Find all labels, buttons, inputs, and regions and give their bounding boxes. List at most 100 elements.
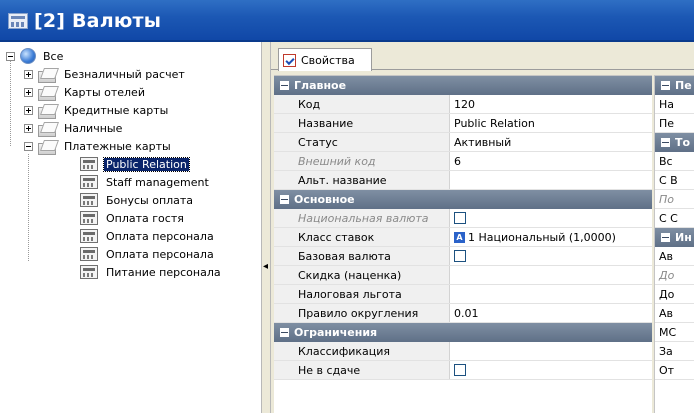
tree-node-item[interactable]: Оплата персонала [80,228,216,244]
tree-node-item[interactable]: Бонусы оплата [80,192,195,208]
property-row[interactable]: Налоговая льгота [274,285,652,304]
section-header[interactable]: Ин [655,228,694,247]
property-name: Скидка (наценка) [274,266,450,284]
tree-node-group[interactable]: Кредитные карты [24,102,170,119]
section-title: Основное [294,193,355,206]
property-value[interactable]: Public Relation [450,114,652,132]
property-row[interactable]: От [655,361,694,380]
panel-splitter[interactable]: ◂ [262,42,271,413]
tree-node-group[interactable]: Безналичный расчет [24,66,187,83]
section-title: То [675,136,691,149]
collapse-icon[interactable] [6,51,15,61]
property-row[interactable]: Класс ставок A 1 Национальный (1,0000) [274,228,652,247]
tab-properties[interactable]: Свойства [278,48,372,71]
tree-node-item[interactable]: Оплата персонала [80,246,216,262]
collapse-icon[interactable] [280,328,289,337]
base-currency-checkbox[interactable] [454,250,466,262]
property-name: На [659,97,675,111]
tree-node-label: Безналичный расчет [64,67,185,81]
section-title: Ограничения [294,326,378,339]
expand-icon[interactable] [24,69,33,79]
property-value[interactable] [450,171,652,189]
property-row[interactable]: С С [655,209,694,228]
property-row[interactable]: Базовая валюта [274,247,652,266]
property-row[interactable]: На [655,95,694,114]
property-row[interactable]: Пе [655,114,694,133]
property-value[interactable]: 120 [450,95,652,113]
property-name: Ав [659,249,674,263]
property-row[interactable]: По [655,190,694,209]
property-row[interactable]: Статус Активный [274,133,652,152]
national-currency-checkbox[interactable] [454,212,466,224]
property-row[interactable]: Не в сдаче [274,361,652,380]
property-value[interactable] [450,266,652,284]
property-row[interactable]: Классификация [274,342,652,361]
tree-node-label: Наличные [64,121,123,135]
table-icon [80,247,98,261]
folder-icon [38,140,56,155]
property-value[interactable]: Активный [450,133,652,151]
collapse-icon[interactable] [661,233,670,242]
table-icon [80,229,98,243]
property-row[interactable]: С В [655,171,694,190]
property-name: Код [274,95,450,113]
property-name: До [659,268,675,282]
tree-node-item[interactable]: Public Relation [80,156,190,172]
tree-node-group[interactable]: Карты отелей [24,84,147,101]
rate-class-icon: A [454,231,465,243]
section-title: Пе [675,79,692,92]
property-row[interactable]: Правило округления 0.01 [274,304,652,323]
section-title: Ин [675,231,692,244]
property-row[interactable]: Код 120 [274,95,652,114]
collapse-icon[interactable] [280,81,289,90]
tree-node-item[interactable]: Staff management [80,174,211,190]
property-value[interactable] [450,285,652,303]
not-in-change-checkbox[interactable] [454,364,466,376]
section-header[interactable]: Основное [274,190,652,209]
tree-node-label: Все [43,49,64,63]
tree-node-item[interactable]: Оплата гостя [80,210,186,226]
property-grid: Главное Код 120 Название Public Relation… [274,75,652,413]
property-row[interactable]: Название Public Relation [274,114,652,133]
property-name: Название [274,114,450,132]
property-row[interactable]: Внешний код 6 [274,152,652,171]
property-row[interactable]: За [655,342,694,361]
expand-icon[interactable] [24,123,33,133]
tree-node-label: Питание персонала [106,265,221,279]
property-row[interactable]: Альт. название [274,171,652,190]
property-name: За [659,344,673,358]
tree-node-root[interactable]: Все [6,48,65,64]
property-value[interactable]: 6 [450,152,652,170]
collapse-left-icon[interactable]: ◂ [263,262,268,272]
property-row[interactable]: До [655,285,694,304]
property-row[interactable]: Национальная валюта [274,209,652,228]
property-value[interactable] [450,342,652,360]
section-header[interactable]: Главное [274,76,652,95]
property-row[interactable]: До [655,266,694,285]
section-header[interactable]: Ограничения [274,323,652,342]
collapse-icon[interactable] [661,138,670,147]
property-row[interactable]: МС [655,323,694,342]
tree-node-label: Public Relation [103,156,190,172]
property-row[interactable]: Скидка (наценка) [274,266,652,285]
section-title: Главное [294,79,347,92]
property-name: Национальная валюта [274,209,450,227]
collapse-icon[interactable] [24,141,33,151]
currency-tree[interactable]: Все Безналичный расчет Карты отелей Кред… [0,42,262,413]
section-header[interactable]: То [655,133,694,152]
property-value[interactable]: 0.01 [450,304,652,322]
tree-node-item[interactable]: Питание персонала [80,264,223,280]
tree-node-group[interactable]: Наличные [24,120,124,137]
property-row[interactable]: Ав [655,247,694,266]
property-row[interactable]: Ав [655,304,694,323]
section-header[interactable]: Пе [655,76,694,95]
collapse-icon[interactable] [280,195,289,204]
property-row[interactable]: Вс [655,152,694,171]
folder-icon [38,68,56,83]
expand-icon[interactable] [24,105,33,115]
folder-icon [38,86,56,101]
expand-icon[interactable] [24,87,33,97]
properties-icon [283,53,296,67]
collapse-icon[interactable] [661,81,670,90]
tree-node-group[interactable]: Платежные карты [24,138,173,155]
